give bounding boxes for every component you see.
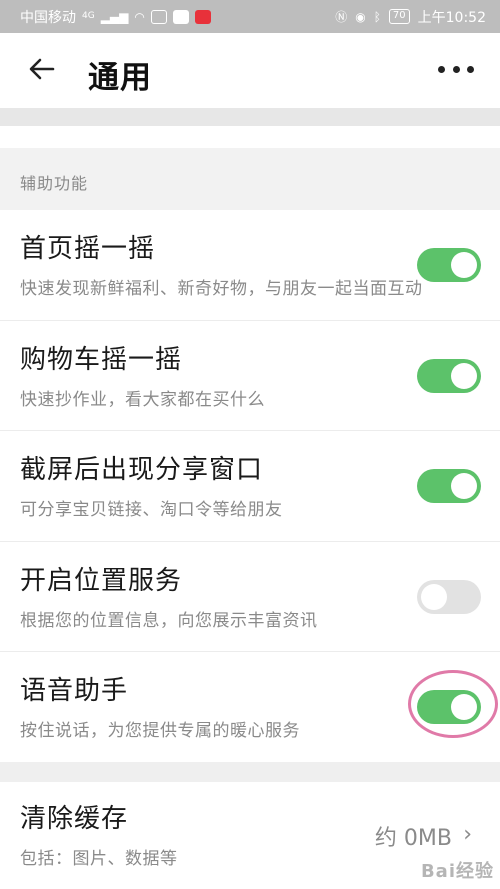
setting-description: 根据您的位置信息，向您展示丰富资讯 bbox=[20, 610, 318, 631]
status-bar: 中国移动 4G ▂▄▆ ◠ Ⓝ ◉ ᛒ 70 上午10:52 bbox=[0, 0, 500, 33]
battery-indicator: 70 bbox=[388, 9, 410, 24]
setting-title: 语音助手 bbox=[20, 676, 129, 706]
screenshot-share-toggle[interactable] bbox=[417, 469, 481, 503]
eye-icon: ◉ bbox=[355, 9, 366, 24]
setting-description: 快速抄作业，看大家都在买什么 bbox=[20, 389, 265, 410]
section-header: 辅助功能 bbox=[0, 148, 500, 210]
app-notification-icon bbox=[172, 9, 189, 24]
location-toggle[interactable] bbox=[417, 579, 481, 614]
setting-title: 首页摇一摇 bbox=[20, 234, 156, 264]
setting-title: 开启位置服务 bbox=[20, 565, 183, 596]
more-options-icon[interactable] bbox=[438, 61, 474, 77]
setting-row-home-shake: 首页摇一摇 快速发现新鲜福利、新奇好物，与朋友一起当面互动 bbox=[0, 210, 500, 321]
setting-row-screenshot-share: 截屏后出现分享窗口 可分享宝贝链接、淘口令等给朋友 bbox=[0, 431, 500, 542]
setting-row-cart-shake: 购物车摇一摇 快速抄作业，看大家都在买什么 bbox=[0, 321, 500, 431]
voice-assistant-toggle[interactable] bbox=[417, 690, 481, 724]
back-arrow-icon[interactable] bbox=[26, 53, 58, 85]
bluetooth-icon: ᛒ bbox=[373, 9, 381, 24]
wifi-icon: ◠ bbox=[134, 9, 145, 24]
setting-row-location: 开启位置服务 根据您的位置信息，向您展示丰富资讯 bbox=[0, 542, 500, 652]
network-label: 4G bbox=[82, 11, 95, 21]
clock: 上午10:52 bbox=[417, 9, 486, 26]
cart-shake-toggle[interactable] bbox=[417, 358, 481, 393]
divider bbox=[0, 108, 500, 126]
image-icon bbox=[150, 9, 167, 24]
watermark: Bai经验 bbox=[420, 861, 494, 882]
setting-row-voice-assistant: 语音助手 按住说话，为您提供专属的暖心服务 bbox=[0, 652, 500, 763]
shop-notification-icon bbox=[194, 9, 211, 24]
setting-description: 快速发现新鲜福利、新奇好物，与朋友一起当面互动 bbox=[20, 279, 423, 299]
setting-description: 按住说话，为您提供专属的暖心服务 bbox=[20, 721, 300, 741]
signal-icon: ▂▄▆ bbox=[100, 9, 129, 24]
section-title: 辅助功能 bbox=[20, 174, 89, 193]
cache-size: 约 0MB bbox=[374, 826, 452, 851]
settings-list: 首页摇一摇 快速发现新鲜福利、新奇好物，与朋友一起当面互动 购物车摇一摇 快速抄… bbox=[0, 210, 500, 763]
page-title: 通用 bbox=[88, 60, 152, 96]
clear-cache-description: 包括：图片、数据等 bbox=[20, 849, 178, 869]
chevron-right-icon: › bbox=[463, 822, 472, 847]
blank-strip bbox=[0, 126, 500, 148]
app-bar: 通用 bbox=[0, 33, 500, 108]
setting-description: 可分享宝贝链接、淘口令等给朋友 bbox=[20, 500, 283, 520]
clear-cache-title: 清除缓存 bbox=[20, 804, 129, 834]
setting-title: 购物车摇一摇 bbox=[20, 344, 183, 375]
divider bbox=[0, 762, 500, 782]
setting-title: 截屏后出现分享窗口 bbox=[20, 455, 264, 485]
nfc-icon: Ⓝ bbox=[335, 9, 348, 24]
clear-cache-row[interactable]: 清除缓存 包括：图片、数据等 约 0MB › Bai经验 bbox=[0, 782, 500, 889]
home-shake-toggle[interactable] bbox=[417, 248, 481, 282]
carrier-label: 中国移动 bbox=[20, 9, 76, 26]
